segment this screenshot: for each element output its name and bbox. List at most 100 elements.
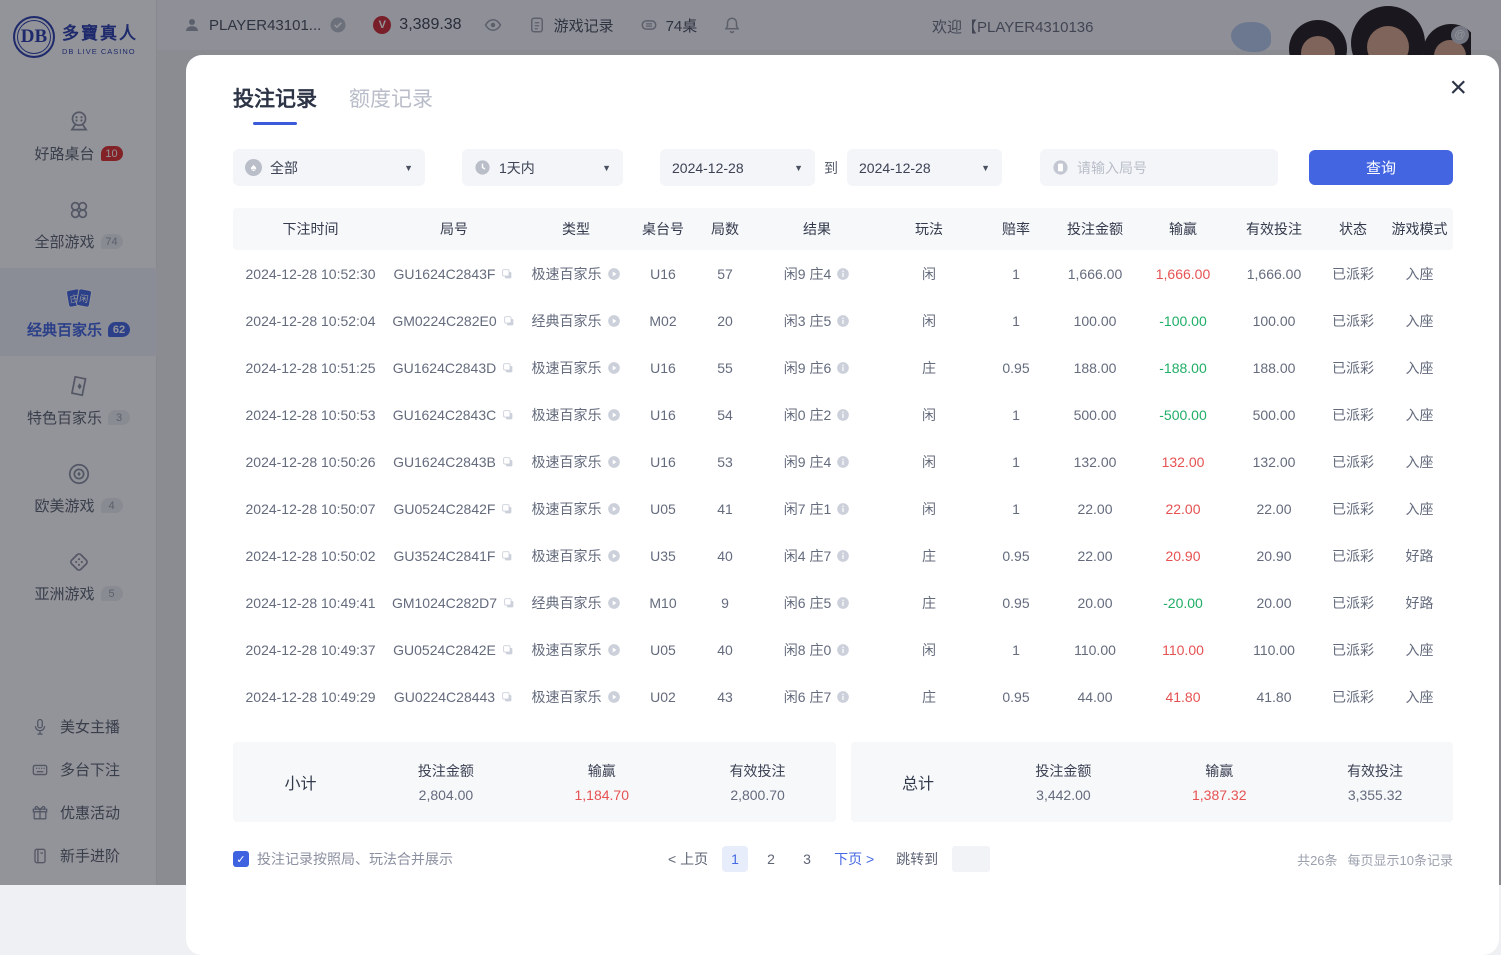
subtotal-winloss-value: 1,184.70 [524,787,680,803]
page-3-button[interactable]: 3 [794,846,820,872]
next-page-button[interactable]: 下页 > [834,849,874,869]
cell-round_id: GM1024C282D7 [388,579,520,626]
cell-win_loss: -100.00 [1138,297,1228,344]
cell-win_loss: 41.80 [1138,673,1228,720]
round-id-input[interactable]: 请输入局号 [1040,149,1278,186]
date-from-picker[interactable]: 2024-12-28 ▼ [660,149,815,186]
copy-icon[interactable] [501,408,515,422]
copy-icon[interactable] [500,502,514,516]
info-icon[interactable] [836,408,850,422]
play-icon[interactable] [607,314,621,328]
info-icon[interactable] [836,361,850,375]
info-icon[interactable] [836,596,850,610]
column-header-7: 赔率 [980,208,1052,250]
filters-bar: ♠ 全部 ▼ 1天内 ▼ 2024-12-28 ▼ 到 2024-12-28 ▼… [233,149,1453,186]
spade-icon: ♠ [245,159,262,176]
page-1-button[interactable]: 1 [722,846,748,872]
subtotal-bet-amount-value: 2,804.00 [368,787,524,803]
cell-bet_on: 庄 [878,344,980,391]
cell-time: 2024-12-28 10:50:53 [233,391,388,438]
cell-mode: 入座 [1386,673,1453,720]
info-icon[interactable] [836,314,850,328]
copy-icon[interactable] [501,361,515,375]
cell-odds: 0.95 [980,532,1052,579]
tab-quota-records[interactable]: 额度记录 [349,83,433,125]
cell-status: 已派彩 [1320,579,1386,626]
info-icon[interactable] [836,267,850,281]
cell-table_no: U02 [632,673,694,720]
cell-bet_amount: 100.00 [1052,297,1138,344]
cell-bet_on: 庄 [878,532,980,579]
page-numbers: 123 [722,846,820,872]
date-to-picker[interactable]: 2024-12-28 ▼ [847,149,1002,186]
cell-win_loss: 1,666.00 [1138,250,1228,297]
round-id-placeholder: 请输入局号 [1077,158,1147,178]
info-icon[interactable] [836,690,850,704]
bet-table-body: 2024-12-28 10:52:30GU1624C2843F极速百家乐U165… [233,250,1453,720]
cell-game_type: 极速百家乐 [520,391,632,438]
cell-status: 已派彩 [1320,438,1386,485]
game-type-select[interactable]: ♠ 全部 ▼ [233,149,425,186]
summary-row: 小计 投注金额 2,804.00 输赢 1,184.70 有效投注 2,800.… [233,742,1453,822]
cell-rounds: 41 [694,485,756,532]
cell-valid_bet: 22.00 [1228,485,1320,532]
cell-round_id: GU0224C28443 [388,673,520,720]
time-range-select[interactable]: 1天内 ▼ [462,149,623,186]
copy-icon[interactable] [501,643,515,657]
cell-round_id: GU0524C2842F [388,485,520,532]
cell-rounds: 43 [694,673,756,720]
play-icon[interactable] [607,361,621,375]
play-icon[interactable] [607,596,621,610]
cell-bet_amount: 500.00 [1052,391,1138,438]
cell-status: 已派彩 [1320,250,1386,297]
info-icon[interactable] [836,502,850,516]
cell-rounds: 40 [694,626,756,673]
total-valid-bet-label: 有效投注 [1297,761,1453,781]
cell-game_type: 经典百家乐 [520,579,632,626]
copy-icon[interactable] [500,267,514,281]
column-header-10: 有效投注 [1228,208,1320,250]
cell-game_type: 极速百家乐 [520,250,632,297]
column-header-1: 局号 [388,208,520,250]
column-header-0: 下注时间 [233,208,388,250]
table-row: 2024-12-28 10:49:29GU0224C28443极速百家乐U024… [233,673,1453,720]
play-icon[interactable] [607,549,621,563]
play-icon[interactable] [607,408,621,422]
cell-time: 2024-12-28 10:49:29 [233,673,388,720]
subtotal-bet-amount-label: 投注金额 [368,761,524,781]
chevron-down-icon: ▼ [981,163,990,173]
close-icon[interactable]: × [1449,73,1467,103]
play-icon[interactable] [607,455,621,469]
play-icon[interactable] [607,643,621,657]
prev-page-button[interactable]: < 上页 [668,849,708,869]
cell-status: 已派彩 [1320,485,1386,532]
modal-footer: ✓ 投注记录按照局、玩法合并展示 < 上页 123 下页 > 跳转到 共26条 … [233,846,1453,872]
cell-odds: 1 [980,438,1052,485]
cell-valid_bet: 20.00 [1228,579,1320,626]
info-icon[interactable] [836,643,850,657]
tab-bet-records[interactable]: 投注记录 [233,83,317,125]
cell-win_loss: 132.00 [1138,438,1228,485]
merge-records-checkbox[interactable]: ✓ 投注记录按照局、玩法合并展示 [233,849,453,869]
bet-records-modal: × 投注记录 额度记录 ♠ 全部 ▼ 1天内 ▼ 2024-12-28 ▼ 到 … [186,55,1499,955]
info-icon[interactable] [836,455,850,469]
info-icon[interactable] [836,549,850,563]
copy-icon[interactable] [500,690,514,704]
column-header-8: 投注金额 [1052,208,1138,250]
query-button[interactable]: 查询 [1309,150,1453,185]
copy-icon[interactable] [500,549,514,563]
play-icon[interactable] [607,690,621,704]
play-icon[interactable] [607,267,621,281]
total-bet-amount-label: 投注金额 [986,761,1142,781]
cell-time: 2024-12-28 10:49:37 [233,626,388,673]
cell-result: 闲6 庄7 [756,673,878,720]
copy-icon[interactable] [501,455,515,469]
copy-icon[interactable] [502,314,516,328]
page-2-button[interactable]: 2 [758,846,784,872]
copy-icon[interactable] [502,596,516,610]
cell-win_loss: 110.00 [1138,626,1228,673]
cell-valid_bet: 100.00 [1228,297,1320,344]
play-icon[interactable] [607,502,621,516]
jump-page-input[interactable] [952,846,990,872]
cell-bet_on: 闲 [878,297,980,344]
